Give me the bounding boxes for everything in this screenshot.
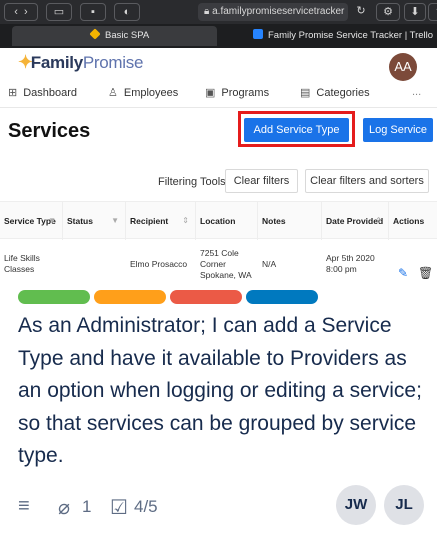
- nav-label: Dashboard: [23, 87, 78, 99]
- cell-location: 7251 Cole Corner Spokane, WA: [200, 247, 252, 280]
- col-service-type[interactable]: Service Type ▼: [0, 202, 63, 240]
- col-actions: Actions: [389, 202, 437, 240]
- back-forward-buttons[interactable]: ‹ ›: [4, 3, 38, 21]
- table-header: Service Type ▼ Status ▼ Recipient ⇕ Locatio…: [0, 201, 437, 240]
- users-icon: ♙: [108, 87, 118, 99]
- member-avatar-jl[interactable]: JL: [384, 485, 424, 525]
- extension-icon[interactable]: ⚙: [376, 3, 400, 21]
- header-label: Actions: [393, 216, 425, 226]
- nav-label: Programs: [221, 87, 270, 99]
- sort-icon[interactable]: ⇕: [375, 216, 382, 225]
- col-recipient[interactable]: Recipient ⇕: [126, 202, 196, 240]
- calendar-icon: ▣: [205, 87, 216, 99]
- trash-icon[interactable]: 🗑︎: [418, 266, 433, 280]
- edit-icon[interactable]: ✎: [398, 266, 408, 280]
- header-label: Notes: [262, 216, 286, 226]
- cell-date-provided: Apr 5th 2020 8:00 pm: [326, 253, 375, 274]
- lock-icon: 🔒︎: [204, 6, 210, 17]
- tab-overview-icon[interactable]: ▪: [80, 3, 106, 21]
- cell-status: [63, 239, 126, 285]
- attachment-icon: ⌀: [58, 497, 71, 519]
- trello-icon: [253, 29, 263, 39]
- download-icon[interactable]: ⬇: [404, 3, 426, 21]
- col-status[interactable]: Status ▼: [63, 202, 126, 240]
- nav-label: Employees: [123, 87, 179, 99]
- reload-icon[interactable]: ↻: [352, 3, 370, 21]
- card-title: As an Administrator; I can add a Service…: [18, 314, 422, 467]
- label-blue: [246, 290, 318, 304]
- shield-icon[interactable]: ◐: [114, 3, 140, 21]
- member-avatar-jw[interactable]: JW: [336, 485, 376, 525]
- browser-tab-strip: Basic SPA Family Promise Service Tracker…: [0, 24, 437, 48]
- tab-title: Family Promise Service Tracker | Trello: [268, 30, 434, 41]
- col-notes: Notes: [258, 202, 322, 240]
- label-orange: [94, 290, 166, 304]
- log-service-button[interactable]: Log Service: [363, 118, 433, 142]
- diamond-icon: [89, 28, 101, 40]
- folder-icon: ▤: [300, 87, 311, 99]
- logo-family: Family: [30, 53, 83, 72]
- page-title: Services: [8, 120, 91, 142]
- attachment-count: 1: [82, 497, 92, 516]
- url-text: a.familypromiseservicetracker: [212, 6, 345, 17]
- nav-programs[interactable]: ▣ Programs: [205, 86, 269, 99]
- user-avatar[interactable]: AA: [389, 53, 417, 81]
- cell-recipient: Elmo Prosacco: [130, 258, 188, 269]
- browser-toolbar: ‹ › ▭ ▪ ◐ 🔒︎ a.familypromiseservicetrack…: [0, 0, 437, 24]
- cell-notes: N/A: [262, 258, 277, 269]
- logo-promise: Promise: [82, 53, 144, 72]
- family-promise-logo[interactable]: ✦FamilyPromise: [18, 52, 143, 73]
- share-icon[interactable]: ⇧: [428, 3, 437, 21]
- checklist-count: 4/5: [134, 497, 158, 516]
- nav-label: Categories: [316, 87, 370, 99]
- filter-icon[interactable]: ▼: [48, 216, 56, 225]
- service-tracker-app: ✦FamilyPromise AA ⊞ Dashboard ♙ Employees …: [0, 48, 437, 285]
- checklist-icon: ☑: [110, 497, 128, 519]
- address-bar[interactable]: 🔒︎ a.familypromiseservicetracker: [198, 3, 348, 21]
- col-location: Location: [196, 202, 258, 240]
- header-label: Location: [200, 216, 236, 226]
- nav-more[interactable]: ...: [412, 86, 421, 98]
- col-date-provided[interactable]: Date Provided ⇕: [322, 202, 389, 240]
- browser-chrome: ‹ › ▭ ▪ ◐ 🔒︎ a.familypromiseservicetrack…: [0, 0, 437, 48]
- nav-dashboard[interactable]: ⊞ Dashboard: [8, 86, 77, 99]
- grid-icon: ⊞: [8, 87, 18, 99]
- sidebar-toggle-icon[interactable]: ▭: [46, 3, 72, 21]
- tab-trello[interactable]: Family Promise Service Tracker | Trello: [225, 26, 437, 46]
- sort-icon[interactable]: ⇕: [182, 216, 189, 225]
- table-row[interactable]: Life Skills Classes Elmo Prosacco 7251 C…: [0, 239, 437, 285]
- label-red: [170, 290, 242, 304]
- tab-title: Basic SPA: [105, 30, 150, 41]
- header-label: Recipient: [130, 216, 169, 226]
- clear-filters-button[interactable]: Clear filters: [225, 169, 298, 193]
- filtering-tools-label: Filtering Tools:: [158, 176, 229, 188]
- nav-categories[interactable]: ▤ Categories: [300, 86, 370, 99]
- header-label: Status: [67, 216, 93, 226]
- filter-icon[interactable]: ▼: [111, 216, 119, 225]
- highlight-box: [238, 111, 355, 147]
- label-green: [18, 290, 90, 304]
- description-icon: ≡: [18, 495, 30, 517]
- cell-service-type: Life Skills Classes: [4, 253, 40, 274]
- nav-employees[interactable]: ♙ Employees: [108, 86, 178, 99]
- tab-basic-spa[interactable]: Basic SPA: [12, 26, 217, 46]
- main-nav: ⊞ Dashboard ♙ Employees ▣ Programs ▤ Categor…: [0, 82, 437, 108]
- clear-filters-sorters-button[interactable]: Clear filters and sorters: [305, 169, 429, 193]
- trello-card[interactable]: As an Administrator; I can add a Service…: [0, 285, 437, 541]
